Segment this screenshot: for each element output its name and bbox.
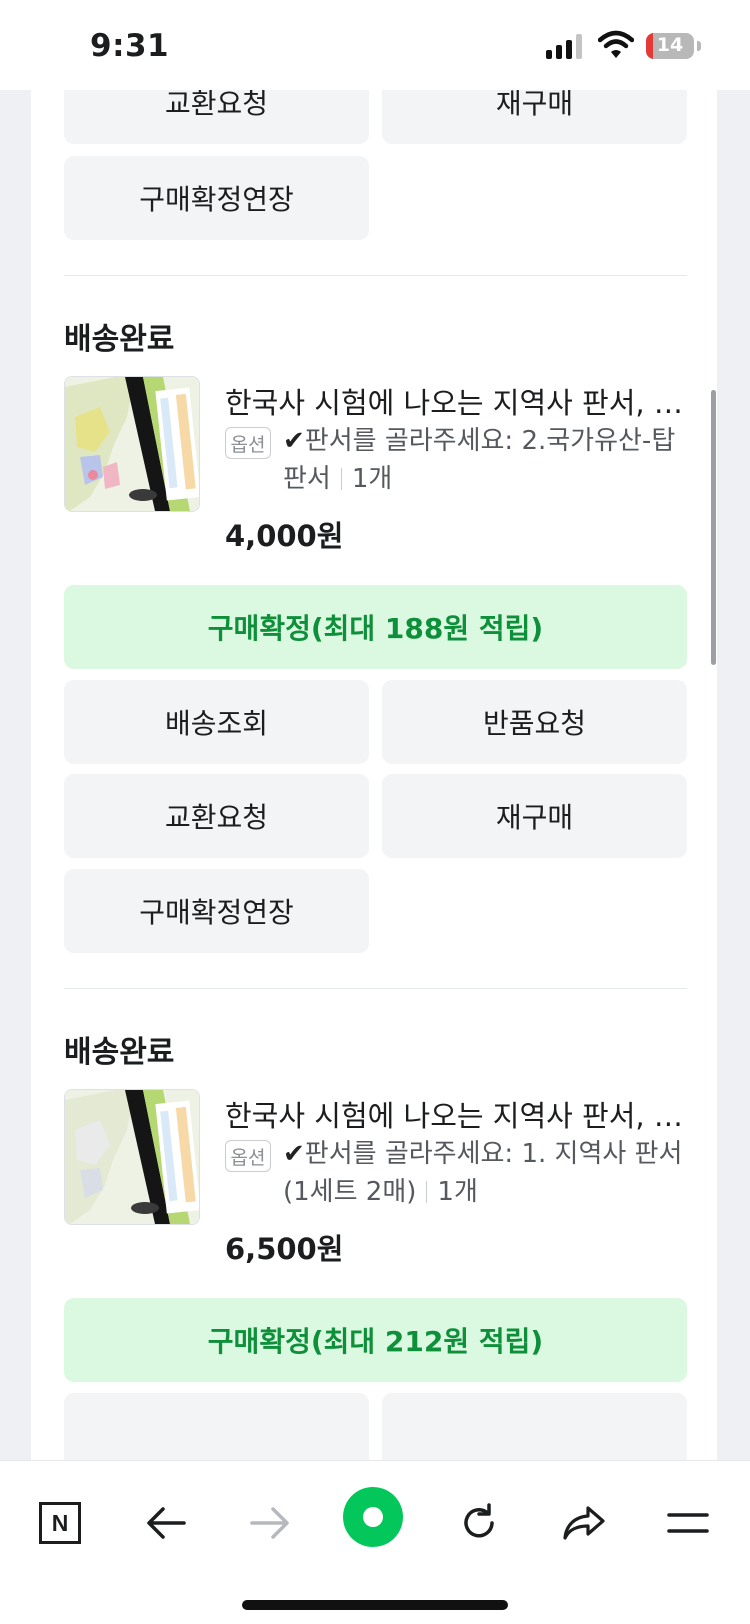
order-list-card: 교환요청 재구매 구매확정연장 배송완료 한국사 시험에 나오는 지역사 판서,…	[31, 90, 717, 1460]
action-button[interactable]	[64, 1393, 369, 1460]
share-arrow-icon	[563, 1506, 605, 1540]
option-badge: 옵션	[225, 1140, 271, 1172]
arrow-right-icon	[250, 1507, 289, 1539]
battery-icon: 14	[646, 33, 694, 59]
green-dot-icon	[363, 1507, 383, 1527]
price: 6,500원	[225, 1232, 344, 1266]
status-time: 9:31	[90, 28, 170, 64]
delivery-status: 배송완료	[64, 1035, 175, 1070]
refresh-button[interactable]	[447, 1491, 511, 1555]
track-delivery-button[interactable]: 배송조회	[64, 680, 369, 764]
option-badge: 옵션	[225, 427, 271, 459]
back-button[interactable]	[134, 1491, 198, 1555]
check-icon: ✔	[283, 1139, 305, 1169]
action-button[interactable]	[382, 1393, 687, 1460]
hamburger-menu-icon	[667, 1513, 709, 1533]
option-description: ✔판서를 골라주세요: 2.국가유산-탑 판서 1개	[283, 422, 693, 498]
section-divider	[64, 275, 687, 276]
korea-map-board-image	[65, 1090, 199, 1224]
refresh-icon	[464, 1503, 494, 1538]
price: 4,000원	[225, 519, 344, 553]
rebuy-button[interactable]: 재구매	[382, 774, 687, 858]
forward-button[interactable]	[238, 1491, 302, 1555]
home-indicator[interactable]	[242, 1600, 508, 1610]
delivery-status: 배송완료	[64, 322, 175, 357]
quantity: 1개	[351, 464, 393, 494]
product-thumbnail[interactable]	[64, 1089, 200, 1225]
confirm-purchase-button[interactable]: 구매확정(최대 212원 적립)	[64, 1298, 687, 1382]
check-icon: ✔	[283, 426, 305, 456]
extend-confirm-button[interactable]: 구매확정연장	[64, 156, 369, 240]
rebuy-button[interactable]: 재구매	[382, 90, 687, 144]
exchange-request-button[interactable]: 교환요청	[64, 90, 369, 144]
extend-confirm-button[interactable]: 구매확정연장	[64, 869, 369, 953]
product-thumbnail[interactable]	[64, 376, 200, 512]
korea-map-board-image	[65, 377, 199, 511]
confirm-purchase-button[interactable]: 구매확정(최대 188원 적립)	[64, 585, 687, 669]
cellular-signal-icon	[546, 33, 586, 59]
battery-level: 14	[656, 34, 684, 56]
share-button[interactable]	[552, 1491, 616, 1555]
naver-n-icon: N	[39, 1502, 81, 1544]
section-divider	[64, 988, 687, 989]
exchange-request-button[interactable]: 교환요청	[64, 774, 369, 858]
product-name[interactable]: 한국사 시험에 나오는 지역사 판서, 국가유산 판서	[225, 1093, 689, 1135]
return-request-button[interactable]: 반품요청	[382, 680, 687, 764]
wifi-icon	[598, 30, 634, 58]
status-bar: 9:31 14	[0, 0, 750, 90]
quantity: 1개	[437, 1177, 478, 1207]
option-description: ✔판서를 골라주세요: 1. 지역사 판서(1세트 2매) 1개	[283, 1135, 693, 1211]
product-name[interactable]: 한국사 시험에 나오는 지역사 판서, 국가유산 판서	[225, 380, 689, 422]
green-dot-button[interactable]	[343, 1487, 403, 1547]
scrollbar[interactable]	[711, 390, 716, 665]
naver-home-button[interactable]: N	[28, 1491, 92, 1555]
menu-button[interactable]	[656, 1491, 720, 1555]
option-text: 판서를 골라주세요: 1. 지역사 판서(1세트 2매)	[283, 1139, 683, 1207]
arrow-left-icon	[147, 1507, 186, 1539]
